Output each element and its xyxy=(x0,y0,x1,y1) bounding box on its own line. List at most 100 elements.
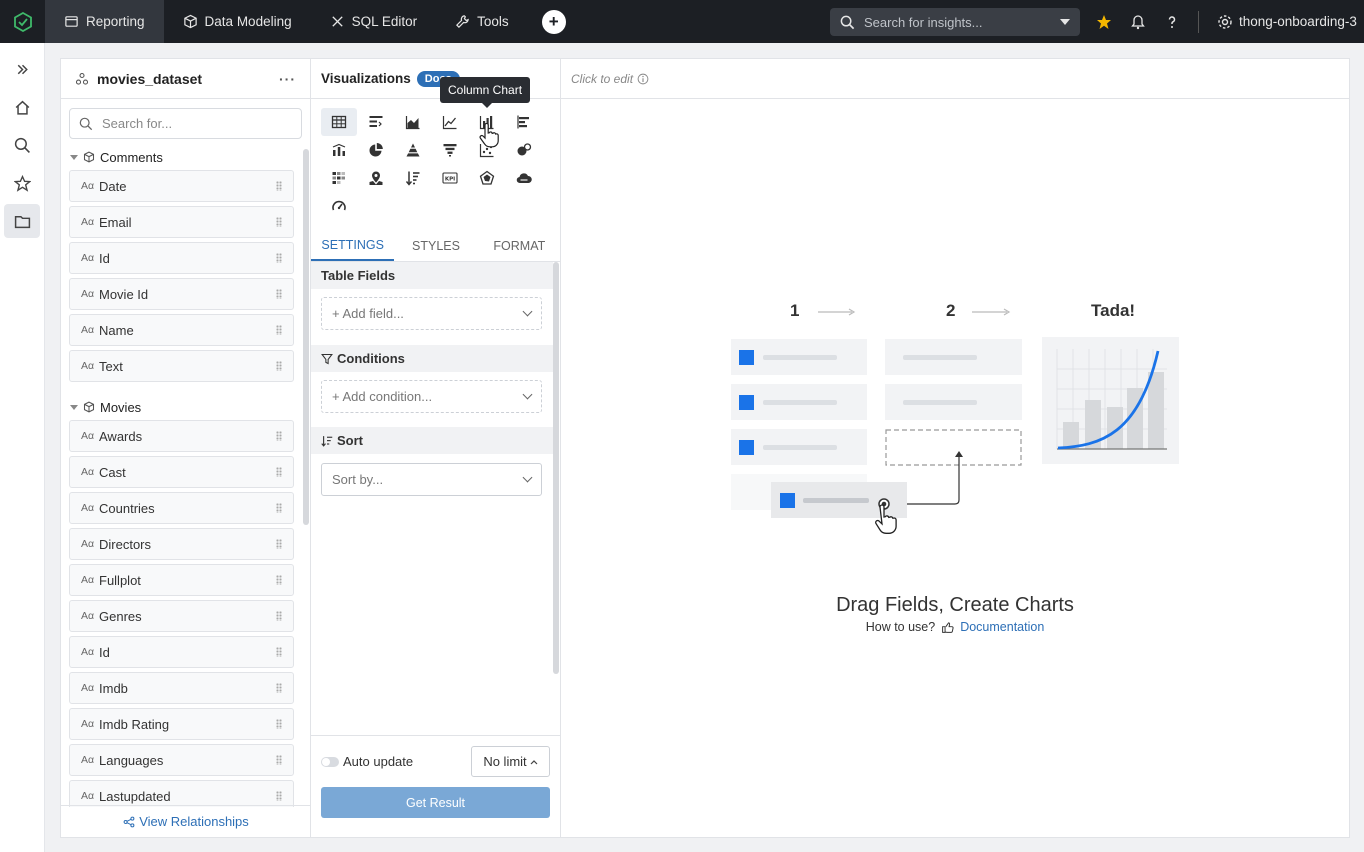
viz-sorted-bar[interactable] xyxy=(395,164,431,192)
field-search-input[interactable]: Search for... xyxy=(69,108,302,139)
field-item[interactable]: Aα Directors xyxy=(69,528,294,560)
field-item[interactable]: Aα Imdb xyxy=(69,672,294,704)
drag-handle-icon[interactable] xyxy=(276,467,282,477)
field-item[interactable]: Aα Email xyxy=(69,206,294,238)
nav-sql-editor[interactable]: SQL Editor xyxy=(311,0,437,43)
click-to-edit-label: Click to edit xyxy=(571,71,634,86)
cube-icon xyxy=(83,151,95,163)
get-result-button[interactable]: Get Result xyxy=(321,787,550,818)
drag-handle-icon[interactable] xyxy=(276,431,282,441)
search-button[interactable] xyxy=(4,128,40,162)
field-label: Id xyxy=(99,250,110,266)
tab-format[interactable]: FORMAT xyxy=(478,231,561,261)
field-item[interactable]: Aα Fullplot xyxy=(69,564,294,596)
field-item[interactable]: Aα Date xyxy=(69,170,294,202)
drag-handle-icon[interactable] xyxy=(276,575,282,585)
drag-handle-icon[interactable] xyxy=(276,181,282,191)
tab-styles[interactable]: STYLES xyxy=(394,231,477,261)
drag-handle-icon[interactable] xyxy=(276,503,282,513)
viz-area[interactable] xyxy=(395,108,431,136)
drag-handle-icon[interactable] xyxy=(276,325,282,335)
field-item[interactable]: Aα Cast xyxy=(69,456,294,488)
app-logo-icon[interactable] xyxy=(0,0,45,43)
add-condition-dropdown[interactable]: + Add condition... xyxy=(321,380,542,413)
dataset-more-button[interactable]: ··· xyxy=(279,71,296,87)
drag-handle-icon[interactable] xyxy=(276,683,282,693)
add-field-dropdown[interactable]: + Add field... xyxy=(321,297,542,330)
viz-pie[interactable] xyxy=(358,136,394,164)
viz-line[interactable] xyxy=(432,108,468,136)
report-canvas: Click to edit 1 2 Tada! Drag Fields, Cre… xyxy=(561,59,1349,837)
favorites-button[interactable] xyxy=(4,166,40,200)
drag-handle-icon[interactable] xyxy=(276,647,282,657)
viz-pivot[interactable] xyxy=(358,108,394,136)
svg-text:KPI: KPI xyxy=(445,176,455,182)
browse-folder-button[interactable] xyxy=(4,204,40,238)
viz-combination[interactable] xyxy=(321,136,357,164)
tab-settings[interactable]: SETTINGS xyxy=(311,231,395,261)
documentation-link[interactable]: Documentation xyxy=(960,620,1044,634)
help-icon[interactable] xyxy=(1164,14,1180,30)
table-fields-label: Table Fields xyxy=(321,268,396,283)
left-rail xyxy=(0,43,45,852)
drag-handle-icon[interactable] xyxy=(276,253,282,263)
field-item[interactable]: Aα Movie Id xyxy=(69,278,294,310)
drag-handle-icon[interactable] xyxy=(276,361,282,371)
nav-reporting[interactable]: Reporting xyxy=(45,0,164,43)
nav-data-modeling[interactable]: Data Modeling xyxy=(164,0,311,43)
drag-handle-icon[interactable] xyxy=(276,539,282,549)
global-search-input[interactable]: Search for insights... xyxy=(830,8,1080,36)
drag-handle-icon[interactable] xyxy=(276,217,282,227)
drag-handle-icon[interactable] xyxy=(276,611,282,621)
home-button[interactable] xyxy=(4,90,40,124)
add-new-button[interactable]: + xyxy=(541,9,566,34)
viz-heatmap[interactable] xyxy=(321,164,357,192)
view-relationships-link[interactable]: View Relationships xyxy=(61,805,311,837)
pie-chart-icon xyxy=(369,143,383,157)
drag-handle-icon[interactable] xyxy=(276,791,282,801)
row-limit-button[interactable]: No limit xyxy=(471,746,550,777)
field-item[interactable]: Aα Languages xyxy=(69,744,294,776)
bell-icon[interactable] xyxy=(1130,14,1146,30)
sort-by-dropdown[interactable]: Sort by... xyxy=(321,463,542,496)
kpi-icon: KPI xyxy=(442,172,458,184)
viz-table[interactable] xyxy=(321,108,357,136)
field-item[interactable]: Aα Imdb Rating xyxy=(69,708,294,740)
drag-handle-icon[interactable] xyxy=(276,289,282,299)
field-item[interactable]: Aα Id xyxy=(69,636,294,668)
field-item[interactable]: Aα Text xyxy=(69,350,294,382)
viz-kpi[interactable]: KPI xyxy=(432,164,468,192)
field-item[interactable]: Aα Countries xyxy=(69,492,294,524)
viz-map[interactable] xyxy=(358,164,394,192)
hand-cursor-icon xyxy=(479,123,499,148)
text-type-icon: Aα xyxy=(81,466,95,478)
nav-tools[interactable]: Tools xyxy=(436,0,528,43)
viz-bar[interactable] xyxy=(506,108,542,136)
auto-update-toggle[interactable] xyxy=(321,757,339,767)
workspace-switcher[interactable]: thong-onboarding-3 xyxy=(1217,14,1357,30)
canvas-header[interactable]: Click to edit xyxy=(561,59,1349,99)
field-group-movies[interactable]: Movies xyxy=(61,397,305,417)
viz-pyramid[interactable] xyxy=(395,136,431,164)
field-item[interactable]: Aα Name xyxy=(69,314,294,346)
settings-scrollbar[interactable] xyxy=(553,262,559,674)
folder-icon xyxy=(14,215,30,228)
viz-bubble[interactable] xyxy=(506,136,542,164)
field-list-scrollbar[interactable] xyxy=(303,149,309,525)
star-icon[interactable] xyxy=(1096,14,1112,30)
drag-handle-icon[interactable] xyxy=(276,755,282,765)
field-item[interactable]: Aα Lastupdated xyxy=(69,780,294,807)
field-item[interactable]: Aα Id xyxy=(69,242,294,274)
field-item[interactable]: Aα Genres xyxy=(69,600,294,632)
expand-sidebar-button[interactable] xyxy=(4,52,40,86)
search-dropdown-icon[interactable] xyxy=(1060,19,1070,25)
viz-gauge[interactable] xyxy=(321,192,357,220)
viz-radar[interactable] xyxy=(469,164,505,192)
viz-word-cloud[interactable] xyxy=(506,164,542,192)
drag-handle-icon[interactable] xyxy=(276,719,282,729)
workspace-name: thong-onboarding-3 xyxy=(1239,14,1357,29)
field-group-comments[interactable]: Comments xyxy=(61,147,305,167)
field-label: Countries xyxy=(99,500,155,516)
field-item[interactable]: Aα Awards xyxy=(69,420,294,452)
viz-funnel[interactable] xyxy=(432,136,468,164)
